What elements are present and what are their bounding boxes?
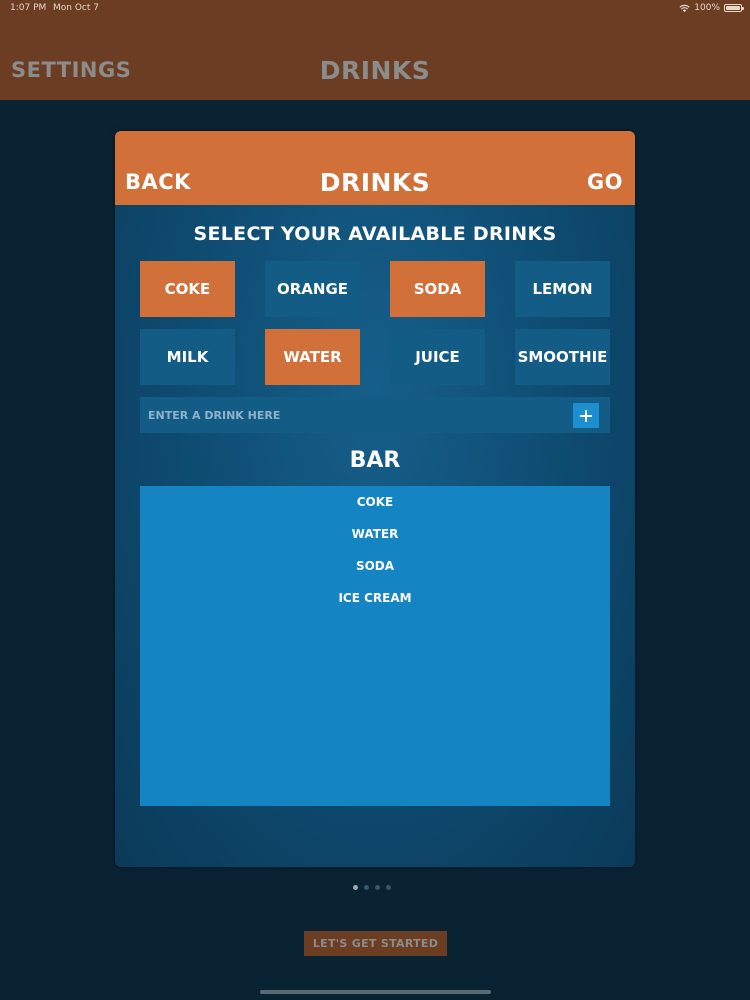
status-bar: 1:07 PM Mon Oct 7 100% — [0, 0, 750, 18]
section-heading: SELECT YOUR AVAILABLE DRINKS — [193, 223, 557, 245]
home-indicator — [260, 990, 491, 994]
status-indicators: 100% — [679, 3, 744, 13]
status-time: 1:07 PM — [10, 3, 47, 13]
wifi-icon — [679, 4, 690, 12]
bar-heading: BAR — [349, 448, 401, 473]
bar-list-item[interactable]: SODA — [140, 550, 610, 582]
drink-button-juice[interactable]: JUICE — [390, 329, 485, 385]
drinks-card: BACK DRINKS GO SELECT YOUR AVAILABLE DRI… — [115, 131, 635, 867]
drink-name-input[interactable] — [148, 397, 558, 433]
status-date: Mon Oct 7 — [53, 3, 99, 13]
card-header: BACK DRINKS GO — [115, 131, 635, 205]
plus-icon — [580, 409, 592, 422]
drink-button-lemon[interactable]: LEMON — [515, 261, 610, 317]
drink-button-smoothie[interactable]: SMOOTHIE — [515, 329, 610, 385]
page-dot[interactable] — [386, 885, 391, 890]
bar-list-item[interactable]: COKE — [140, 486, 610, 518]
bar-list[interactable]: COKE WATER SODA ICE CREAM — [140, 486, 610, 806]
drink-button-water[interactable]: WATER — [265, 329, 360, 385]
nav-title: DRINKS — [319, 56, 431, 85]
drink-button-milk[interactable]: MILK — [140, 329, 235, 385]
battery-icon — [724, 4, 744, 12]
add-drink-button[interactable] — [573, 403, 599, 428]
battery-percentage: 100% — [694, 3, 720, 13]
drink-button-soda[interactable]: SODA — [390, 261, 485, 317]
card-title: DRINKS — [319, 168, 431, 197]
bar-list-item[interactable]: ICE CREAM — [140, 582, 610, 614]
get-started-button[interactable]: LET'S GET STARTED — [304, 931, 447, 956]
add-drink-bar — [140, 397, 610, 433]
drink-button-coke[interactable]: COKE — [140, 261, 235, 317]
page-dot[interactable] — [353, 885, 358, 890]
page-dot[interactable] — [364, 885, 369, 890]
page-indicator[interactable] — [353, 885, 391, 890]
bar-list-item[interactable]: WATER — [140, 518, 610, 550]
go-button[interactable]: GO — [587, 170, 623, 194]
drink-button-orange[interactable]: ORANGE — [265, 261, 360, 317]
page-dot[interactable] — [375, 885, 380, 890]
